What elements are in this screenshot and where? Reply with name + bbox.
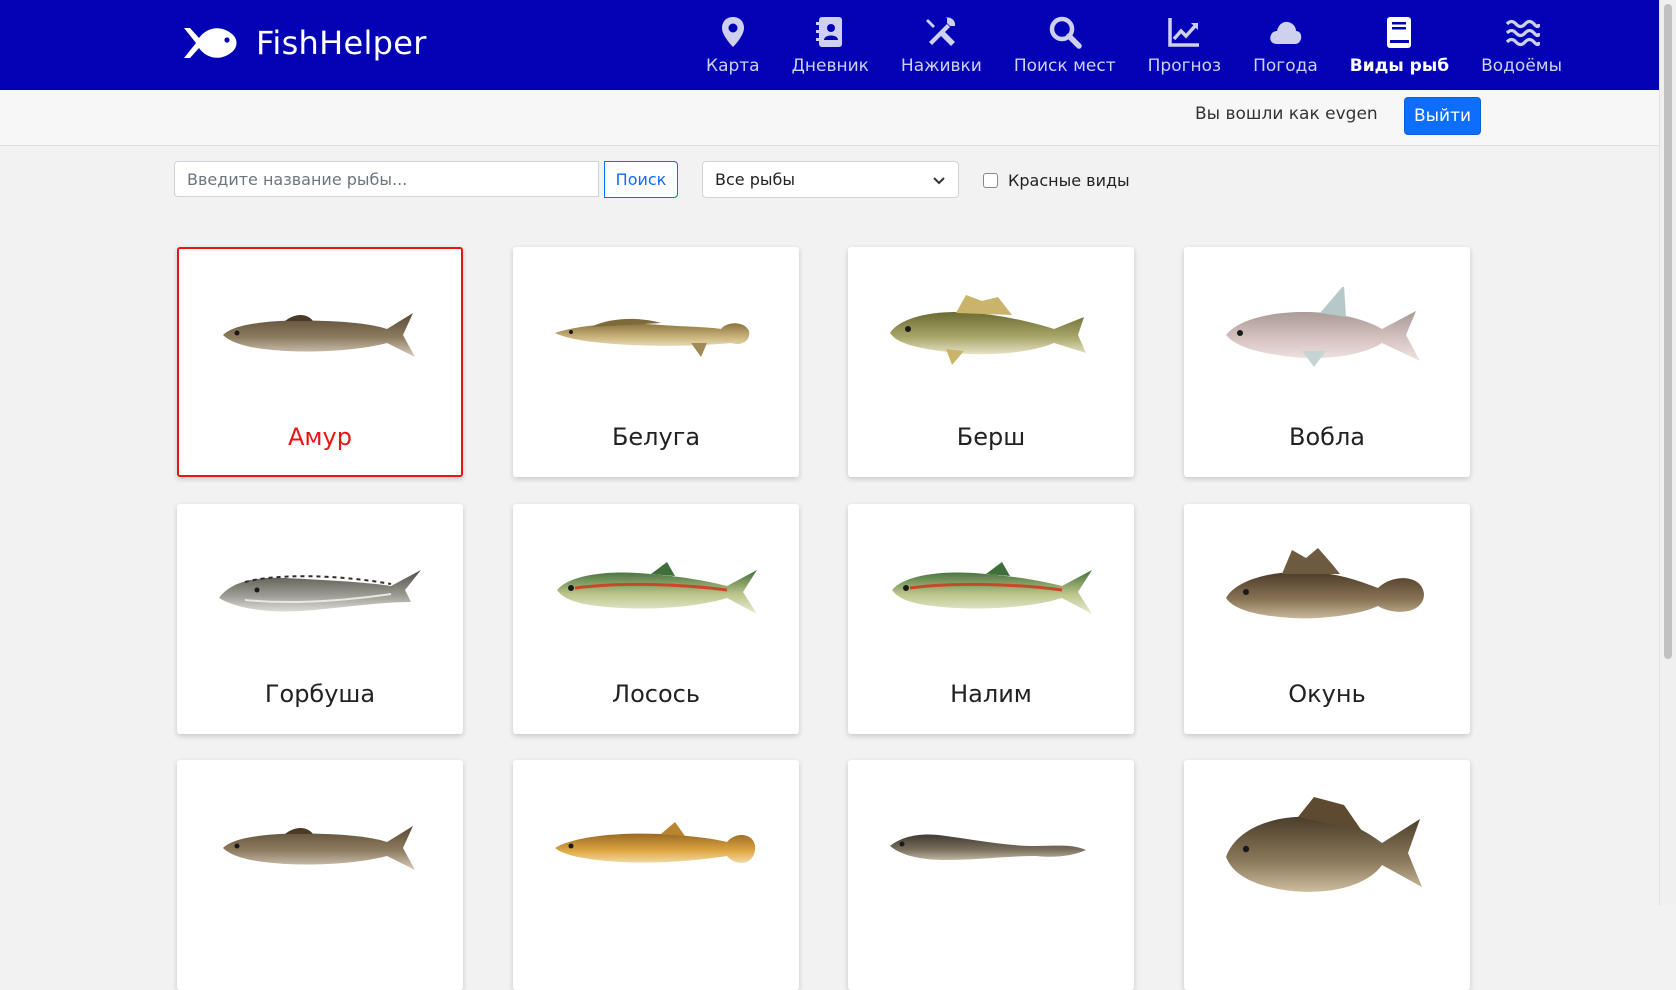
fish-image — [555, 318, 750, 357]
fish-image — [219, 570, 421, 612]
fish-name: Окунь — [1288, 680, 1366, 708]
search-button[interactable]: Поиск — [604, 161, 678, 198]
nav-item-forecast[interactable]: Прогноз — [1132, 14, 1237, 76]
fish-card-gorbusha[interactable]: Горбуша — [177, 504, 463, 734]
fish-name: Горбуша — [264, 680, 376, 708]
nav-label: Поиск мест — [1013, 56, 1116, 76]
fish-card-losos[interactable]: Лосось — [513, 504, 799, 734]
nav-item-baits[interactable]: Наживки — [885, 14, 998, 76]
book-icon — [1387, 17, 1412, 48]
red-species-label: Красные виды — [1008, 171, 1130, 190]
fish-card-beluga[interactable]: Белуга — [513, 247, 799, 477]
fish-search-input[interactable] — [174, 161, 599, 197]
red-species-checkbox[interactable] — [983, 173, 998, 188]
fish-name: Белуга — [611, 423, 701, 451]
nav-label: Водоёмы — [1481, 56, 1563, 76]
fish-image — [890, 295, 1086, 365]
top-navbar: FishHelper Карта Дневник Наживки Поиск м… — [0, 0, 1660, 90]
brand-name: FishHelper — [256, 24, 427, 62]
fish-card-okun[interactable]: Окунь — [1184, 504, 1470, 734]
main-nav: Карта Дневник Наживки Поиск мест Прогноз… — [690, 14, 1578, 76]
nav-label: Карта — [706, 56, 760, 76]
fish-image — [892, 562, 1092, 614]
fish-card-vobla[interactable]: Вобла — [1184, 247, 1470, 477]
fish-card[interactable] — [848, 760, 1134, 990]
fish-image — [223, 826, 415, 870]
fish-card[interactable] — [513, 760, 799, 990]
scrollbar-thumb[interactable] — [1664, 4, 1672, 659]
logged-in-text: Вы вошли как evgen — [1195, 104, 1378, 124]
nav-label: Погода — [1253, 56, 1318, 76]
fish-image — [555, 822, 756, 863]
nav-label: Виды рыб — [1349, 56, 1450, 76]
nav-item-waters[interactable]: Водоёмы — [1465, 14, 1578, 76]
fish-card[interactable] — [1184, 760, 1470, 990]
fish-name: Лосось — [612, 680, 700, 708]
nav-item-find-places[interactable]: Поиск мест — [998, 14, 1132, 76]
map-pin-icon — [721, 17, 744, 47]
fish-image — [890, 834, 1086, 860]
cloud-icon — [1270, 21, 1302, 44]
fish-image — [1226, 287, 1420, 367]
red-species-toggle[interactable]: Красные виды — [983, 171, 1130, 190]
nav-label: Прогноз — [1147, 56, 1222, 76]
user-bar: Вы вошли как evgen Выйти — [0, 90, 1660, 146]
fish-name: Берш — [956, 423, 1026, 451]
diary-icon — [816, 17, 843, 47]
fish-image — [223, 313, 415, 357]
brand-link[interactable]: FishHelper — [180, 18, 427, 68]
fish-name: Вобла — [1289, 423, 1365, 451]
fish-image — [557, 562, 757, 614]
chevron-down-icon — [933, 176, 945, 184]
water-icon — [1505, 19, 1540, 47]
fish-image — [1226, 797, 1422, 892]
fish-name: Амур — [288, 423, 352, 451]
fish-card[interactable] — [177, 760, 463, 990]
chart-icon — [1168, 18, 1200, 47]
search-icon — [1049, 16, 1082, 49]
nav-label: Наживки — [900, 56, 982, 76]
fish-image — [1226, 548, 1424, 619]
fish-card-bersh[interactable]: Берш — [848, 247, 1134, 477]
nav-item-map[interactable]: Карта — [690, 14, 776, 76]
nav-item-diary[interactable]: Дневник — [776, 14, 885, 76]
fish-card-nalim[interactable]: Налим — [848, 504, 1134, 734]
nav-item-fish-species[interactable]: Виды рыб — [1334, 14, 1465, 76]
fish-card-amur[interactable]: Амур — [177, 247, 463, 477]
page-scrollbar[interactable] — [1659, 0, 1676, 905]
fish-filter-select[interactable]: Все рыбы — [702, 161, 959, 198]
nav-item-weather[interactable]: Погода — [1237, 14, 1334, 76]
logout-button[interactable]: Выйти — [1404, 97, 1481, 135]
select-value: Все рыбы — [715, 170, 795, 189]
fish-logo-icon — [184, 28, 237, 58]
nav-label: Дневник — [791, 56, 869, 76]
tools-icon — [926, 17, 956, 46]
fish-name: Налим — [950, 680, 1032, 708]
